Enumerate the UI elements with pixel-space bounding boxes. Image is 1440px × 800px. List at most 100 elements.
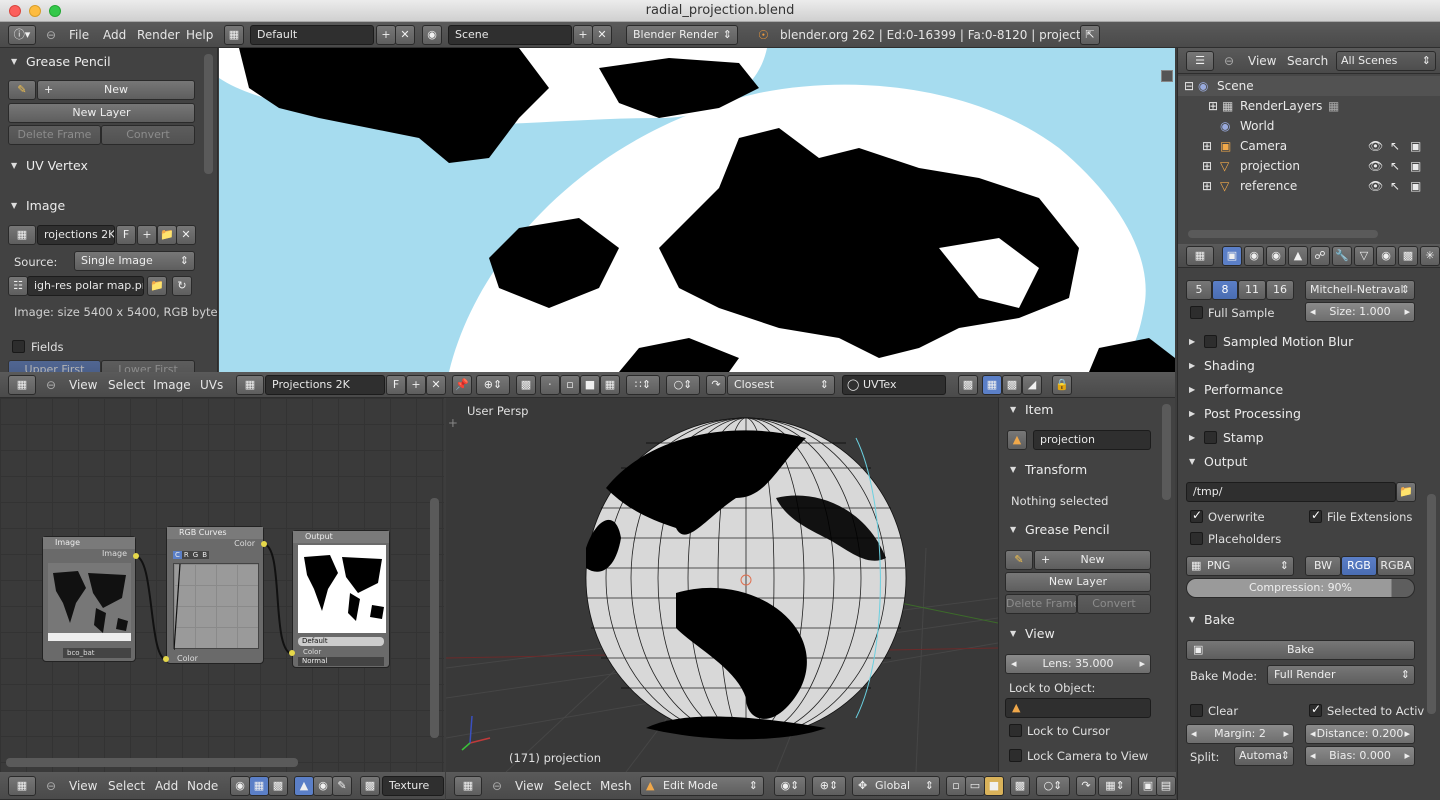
texture-icon[interactable]: ▩ <box>360 776 380 796</box>
grease-new-layer-button[interactable]: New Layer <box>8 103 195 123</box>
compression-slider[interactable]: Compression: 90% <box>1186 578 1415 598</box>
brush-icon[interactable]: ✎ <box>332 776 352 796</box>
split-dropdown[interactable]: Automa ⇕ <box>1234 746 1294 766</box>
curve-tabs[interactable]: CRGB <box>173 551 210 559</box>
grease-new-layer-button-3d[interactable]: New Layer <box>1005 572 1151 592</box>
sidebar-scrollbar[interactable] <box>204 54 213 174</box>
select-cursor-icon[interactable]: ↖ <box>1390 176 1400 196</box>
outliner-row-reference[interactable]: ⊞ ▽ reference 👁 ↖ ▣ <box>1178 176 1440 196</box>
motion-blur-checkbox[interactable] <box>1204 335 1217 348</box>
curve-graph[interactable] <box>173 563 259 650</box>
render-tab-icon[interactable]: ▣ <box>1222 246 1242 266</box>
panel-uv-vertex[interactable]: UV Vertex <box>8 154 198 178</box>
bake-bias-field[interactable]: ◂ Bias: 0.000 ▸ <box>1305 746 1415 766</box>
add-screen-icon[interactable]: + <box>376 25 396 45</box>
curve-tab-g[interactable]: G <box>190 551 201 559</box>
lock-camera-checkbox[interactable] <box>1009 749 1022 762</box>
edge-select-mode-icon[interactable]: ▭ <box>965 776 985 796</box>
curve-tab-r[interactable]: R <box>181 551 191 559</box>
add-scene-icon[interactable]: + <box>573 25 593 45</box>
orientation-dropdown[interactable]: ✥ Global ⇕ <box>852 776 940 796</box>
menu-uvs[interactable]: UVs <box>200 372 223 398</box>
minimize-window-button[interactable] <box>29 5 41 17</box>
visibility-eye-icon[interactable]: 👁 <box>1368 156 1383 176</box>
unlink-image-icon[interactable]: ✕ <box>176 225 196 245</box>
bake-mode-dropdown[interactable]: Full Render ⇕ <box>1267 665 1415 685</box>
viewport-shading-icon[interactable]: ◉⇕ <box>774 776 806 796</box>
file-format-dropdown[interactable]: ▦ PNG ⇕ <box>1186 556 1294 576</box>
panel-output[interactable]: Output <box>1186 450 1422 474</box>
output-node[interactable]: Output Default Color Normal <box>292 530 390 668</box>
render-engine-dropdown[interactable]: Blender Render ⇕ <box>626 25 738 45</box>
properties-scrollbar[interactable] <box>1427 494 1436 714</box>
scene-field[interactable]: Scene <box>448 25 572 45</box>
aa-filter-dropdown[interactable]: Mitchell-Netraval ⇕ <box>1305 280 1415 300</box>
lock-object-field[interactable]: ▲ <box>1005 698 1151 718</box>
image-output-socket[interactable] <box>133 553 139 559</box>
bake-button[interactable]: ▣ Bake <box>1186 640 1415 660</box>
sticky-mode-icon[interactable]: ∷⇕ <box>626 375 660 395</box>
menu-render[interactable]: Render <box>137 22 180 48</box>
image-browse-icon[interactable]: ▦ <box>8 225 36 245</box>
convert-button[interactable]: Convert <box>101 125 195 145</box>
curves-output-socket[interactable] <box>261 541 267 547</box>
browse-file-icon[interactable]: 📁 <box>147 276 167 296</box>
select-cursor-icon[interactable]: ↖ <box>1390 136 1400 156</box>
collapse-menu-icon[interactable]: ⊖ <box>46 773 56 799</box>
panel-post-processing[interactable]: Post Processing <box>1186 402 1422 426</box>
pivot-icon[interactable]: ⊕⇕ <box>476 375 510 395</box>
outliner-row-scene[interactable]: ⊟ ◉ Scene <box>1178 76 1440 96</box>
panel-bake[interactable]: Bake <box>1186 608 1422 632</box>
zoom-window-button[interactable] <box>49 5 61 17</box>
fullscreen-icon[interactable]: ⇱ <box>1080 25 1100 45</box>
open-image-icon[interactable]: 📁 <box>157 225 177 245</box>
panel-transform[interactable]: Transform <box>1007 458 1157 482</box>
aa-samples-5[interactable]: 5 <box>1186 280 1212 300</box>
visibility-eye-icon[interactable]: 👁 <box>1368 176 1383 196</box>
panel-stamp[interactable]: Stamp <box>1186 426 1422 450</box>
reload-icon[interactable]: ↻ <box>172 276 192 296</box>
image-node[interactable]: Image Image bco_bat <box>42 536 136 662</box>
z-buffer-icon[interactable]: ◢ <box>1022 375 1042 395</box>
checker-icon[interactable]: ▦ <box>982 375 1002 395</box>
curve-tab-c[interactable]: C <box>173 551 182 559</box>
menu-view[interactable]: View <box>515 773 543 799</box>
snap-icon[interactable]: ↷ <box>1076 776 1096 796</box>
expand-icon[interactable]: ⊞ <box>1208 96 1218 116</box>
panel-performance[interactable]: Performance <box>1186 378 1422 402</box>
aa-samples-16[interactable]: 16 <box>1266 280 1294 300</box>
shader-nodes-icon[interactable]: ◉ <box>230 776 250 796</box>
node-v-scrollbar[interactable] <box>430 498 439 738</box>
overwrite-checkbox[interactable] <box>1190 508 1203 523</box>
placeholders-checkbox[interactable] <box>1190 532 1203 545</box>
collapse-menu-icon[interactable]: ⊖ <box>1224 48 1234 74</box>
fields-checkbox[interactable] <box>12 340 25 353</box>
output-field[interactable]: Default <box>298 637 384 646</box>
remove-screen-icon[interactable]: ✕ <box>395 25 415 45</box>
face-select-icon[interactable]: ■ <box>580 375 600 395</box>
visibility-eye-icon[interactable]: 👁 <box>1368 136 1383 156</box>
modifier-tab-icon[interactable]: 🔧 <box>1332 246 1352 266</box>
menu-add[interactable]: Add <box>155 773 178 799</box>
object-name-field[interactable]: projection <box>1033 430 1151 450</box>
node-editor[interactable]: Image Image bco_bat RGB Curves Color CRG… <box>0 398 444 772</box>
uv-map-field[interactable]: ◯ UVTex <box>842 375 946 395</box>
collapse-menu-icon[interactable]: ⊖ <box>492 773 502 799</box>
fake-user-button[interactable]: F <box>116 225 136 245</box>
lens-field[interactable]: ◂ Lens: 35.000 ▸ <box>1005 654 1151 674</box>
browse-folder-icon[interactable]: 📁 <box>1396 482 1416 502</box>
vertex-select-icon[interactable]: ⋅ <box>540 375 560 395</box>
select-cursor-icon[interactable]: ↖ <box>1390 156 1400 176</box>
render-camera-icon[interactable]: ▣ <box>1410 176 1421 196</box>
full-sample-checkbox[interactable] <box>1190 306 1203 319</box>
menu-view[interactable]: View <box>69 773 97 799</box>
expand-icon[interactable]: ⊞ <box>1202 156 1212 176</box>
compositing-nodes-icon[interactable]: ▦ <box>249 776 269 796</box>
grease-new-button[interactable]: + New <box>37 80 195 100</box>
lock-icon[interactable]: 🔒 <box>1052 375 1072 395</box>
outliner-filter-dropdown[interactable]: All Scenes ⇕ <box>1336 51 1436 71</box>
particles-tab-icon[interactable]: ✳ <box>1420 246 1440 266</box>
color-bw-button[interactable]: BW <box>1305 556 1341 576</box>
display-channels-icon[interactable]: ▩ <box>958 375 978 395</box>
new-image-icon[interactable]: + <box>137 225 157 245</box>
